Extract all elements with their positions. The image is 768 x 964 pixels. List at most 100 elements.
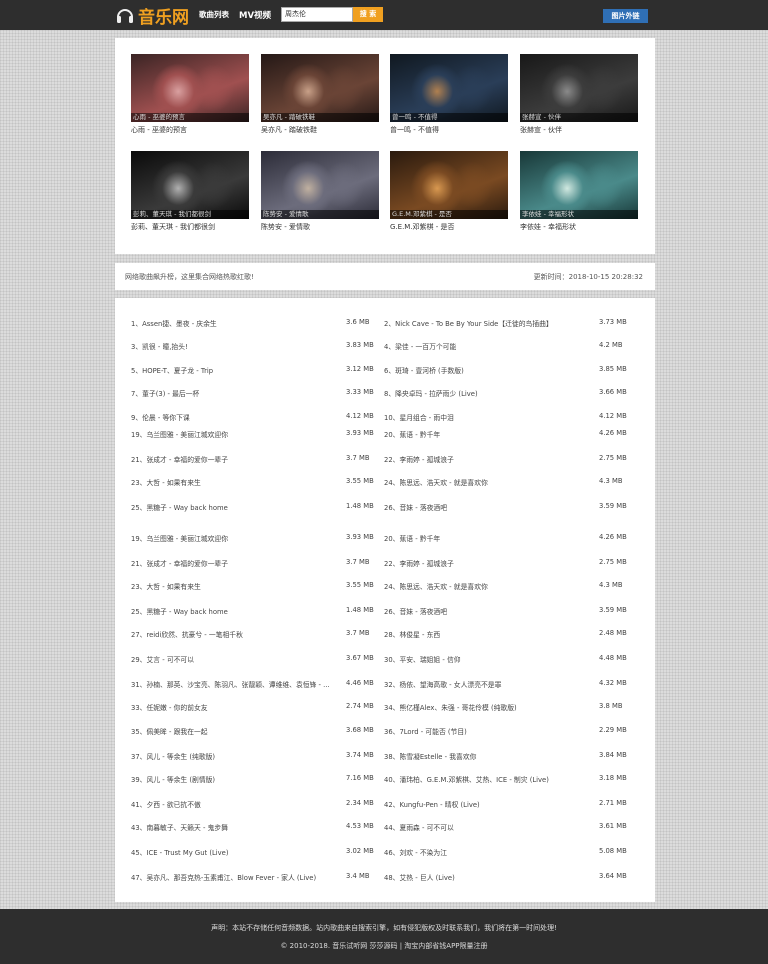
mv-title[interactable]: 李依娃 - 幸福形状	[520, 222, 638, 232]
song-size: 4.3 MB	[599, 581, 623, 589]
search-input[interactable]: 周杰伦	[281, 7, 353, 22]
song-size: 3.66 MB	[599, 388, 627, 396]
mv-caption: 陈势安 - 爱情歌	[261, 210, 379, 219]
mv-title[interactable]: 张赫宣 - 伙伴	[520, 125, 638, 135]
song-name[interactable]: 23、大哲 - 如果有来生	[131, 477, 331, 487]
song-size: 3.6 MB	[346, 318, 370, 326]
site-logo[interactable]: 音乐网	[115, 4, 189, 28]
song-name[interactable]: 28、林俊星 - 东西	[384, 629, 584, 639]
song-name[interactable]: 37、风儿 - 等余生 (纯歌版)	[131, 751, 331, 761]
song-name[interactable]: 21、张成才 - 幸福的爱你一辈子	[131, 558, 331, 568]
song-name[interactable]: 27、reidi欣然、抗豪兮 - 一笔相千秋	[131, 629, 331, 639]
notice-panel: 网络歌曲飙升榜，这里集合网络热歌红歌! 更新时间：2018-10-15 20:2…	[115, 263, 655, 290]
song-name[interactable]: 19、乌兰图雅 - 美丽江城欢迎你	[131, 533, 331, 543]
song-size: 2.75 MB	[599, 558, 627, 566]
main-nav: 歌曲列表 MV视频	[199, 9, 271, 21]
song-size: 4.26 MB	[599, 429, 627, 437]
song-size: 2.29 MB	[599, 726, 627, 734]
mv-thumbnail[interactable]: 心雨 - 巫婆的预言	[131, 54, 249, 122]
mv-thumbnail[interactable]: G.E.M.邓紫棋 - 是否	[390, 151, 508, 219]
mv-title[interactable]: 曾一鸣 - 不值得	[390, 125, 508, 135]
song-name[interactable]: 48、艾热 - 巨人 (Live)	[384, 872, 584, 882]
song-name[interactable]: 1、Assen捷、墨夜 - 庆余生	[131, 318, 331, 328]
mv-item[interactable]: 张赫宣 - 伙伴 张赫宣 - 伙伴	[520, 54, 638, 135]
mv-title[interactable]: 彭莉、董天琪 - 我们都很剑	[131, 222, 249, 232]
song-size: 4.53 MB	[346, 822, 374, 830]
song-name[interactable]: 2、Nick Cave - To Be By Your Side【迁徙的鸟插曲】	[384, 318, 584, 328]
song-name[interactable]: 32、杨依、望海高歌 - 女人漂亮不是罪	[384, 679, 584, 689]
song-name[interactable]: 8、降央卓玛 - 拉萨雨少 (Live)	[384, 388, 584, 398]
mv-thumbnail[interactable]: 彭莉、董天琪 - 我们都很剑	[131, 151, 249, 219]
mv-thumbnail[interactable]: 曾一鸣 - 不值得	[390, 54, 508, 122]
song-name[interactable]: 24、陈思远、浩天欢 - 就是喜欢你	[384, 581, 584, 591]
song-name[interactable]: 45、ICE - Trust My Gut (Live)	[131, 847, 331, 857]
song-name[interactable]: 19、乌兰图雅 - 美丽江城欢迎你	[131, 429, 331, 439]
song-size: 5.08 MB	[599, 847, 627, 855]
song-name[interactable]: 21、张成才 - 幸福的爱你一辈子	[131, 454, 331, 464]
song-name[interactable]: 6、斑琦 - 壹河桥 (手数版)	[384, 365, 584, 375]
mv-title[interactable]: 心雨 - 巫婆的预言	[131, 125, 249, 135]
song-name[interactable]: 39、风儿 - 等余生 (剧情版)	[131, 774, 331, 784]
song-name[interactable]: 22、李雨婷 - 孤城浪子	[384, 454, 584, 464]
song-name[interactable]: 20、蕉语 - 黔千年	[384, 429, 584, 439]
mv-item[interactable]: 李依娃 - 幸福形状 李依娃 - 幸福形状	[520, 151, 638, 232]
song-name[interactable]: 4、梁佳 - 一百万个可能	[384, 341, 584, 351]
mv-item[interactable]: 彭莉、董天琪 - 我们都很剑 彭莉、董天琪 - 我们都很剑	[131, 151, 249, 232]
song-name[interactable]: 30、平安、瑞姐姐 - 信仰	[384, 654, 584, 664]
search-button[interactable]: 搜 索	[353, 7, 383, 22]
song-size: 3.33 MB	[346, 388, 374, 396]
song-name[interactable]: 5、HOPE-T、夏子龙 - Trip	[131, 365, 331, 375]
mv-item[interactable]: 陈势安 - 爱情歌 陈势安 - 爱情歌	[261, 151, 379, 232]
song-name[interactable]: 43、南暮敏子、天籁天 - 鬼步舞	[131, 822, 331, 832]
song-name[interactable]: 26、音妹 - 落夜酒吧	[384, 606, 584, 616]
song-size: 4.32 MB	[599, 679, 627, 687]
song-size: 4.12 MB	[346, 412, 374, 420]
song-size: 3.8 MB	[599, 702, 623, 710]
song-name[interactable]: 44、夏雨森 - 可不可以	[384, 822, 584, 832]
mv-title[interactable]: G.E.M.邓紫棋 - 是否	[390, 222, 508, 232]
song-size: 4.12 MB	[599, 412, 627, 420]
mv-item[interactable]: 曾一鸣 - 不值得 曾一鸣 - 不值得	[390, 54, 508, 135]
song-name[interactable]: 33、任妮嫩 - 你的前女友	[131, 702, 331, 712]
mv-item[interactable]: G.E.M.邓紫棋 - 是否 G.E.M.邓紫棋 - 是否	[390, 151, 508, 232]
mv-title[interactable]: 吴亦凡 - 踏破铁鞋	[261, 125, 379, 135]
song-name[interactable]: 34、熊亿槿Alex、朱强 - 哥花伶模 (纯歌版)	[384, 702, 584, 712]
nav-mv-video[interactable]: MV视频	[239, 9, 271, 21]
song-name[interactable]: 31、孙楠、那英、沙宝亮、陈羽凡、张靓颖、谭维维、袁恒锋 - ...	[131, 679, 331, 689]
song-name[interactable]: 24、陈思远、浩天欢 - 就是喜欢你	[384, 477, 584, 487]
song-name[interactable]: 25、黑糖子 - Way back home	[131, 606, 331, 616]
song-name[interactable]: 38、陈雪凝Estelle - 我喜欢你	[384, 751, 584, 761]
mv-thumbnail[interactable]: 吴亦凡 - 踏破铁鞋	[261, 54, 379, 122]
song-name[interactable]: 26、音妹 - 落夜酒吧	[384, 502, 584, 512]
song-name[interactable]: 41、夕西 - 欲已抗不傲	[131, 799, 331, 809]
footer-copyright[interactable]: © 2010-2018. 音乐试听网 莎莎源码 | 淘宝内部省钱APP限量注册	[0, 941, 768, 951]
song-name[interactable]: 3、凯很 - 瞳,抬头!	[131, 341, 331, 351]
nav-song-list[interactable]: 歌曲列表	[199, 9, 229, 21]
song-name[interactable]: 42、Kungfu-Pen - 晴权 (Live)	[384, 799, 584, 809]
song-name[interactable]: 46、刘欢 - 不染为江	[384, 847, 584, 857]
mv-title[interactable]: 陈势安 - 爱情歌	[261, 222, 379, 232]
song-name[interactable]: 36、7Lord - 可能否 (节目)	[384, 726, 584, 736]
mv-item[interactable]: 心雨 - 巫婆的预言 心雨 - 巫婆的预言	[131, 54, 249, 135]
mv-thumbnail[interactable]: 李依娃 - 幸福形状	[520, 151, 638, 219]
mv-caption: 张赫宣 - 伙伴	[520, 113, 638, 122]
song-name[interactable]: 23、大哲 - 如果有来生	[131, 581, 331, 591]
headphones-icon	[117, 9, 133, 23]
mv-caption: G.E.M.邓紫棋 - 是否	[390, 210, 508, 219]
song-name[interactable]: 7、董子(3) - 最后一杯	[131, 388, 331, 398]
mv-item[interactable]: 吴亦凡 - 踏破铁鞋 吴亦凡 - 踏破铁鞋	[261, 54, 379, 135]
song-name[interactable]: 29、艾言 - 可不可以	[131, 654, 331, 664]
song-name[interactable]: 10、星月组合 - 雨中泪	[384, 412, 584, 422]
song-size: 2.74 MB	[346, 702, 374, 710]
song-name[interactable]: 9、伦晨 - 等你下课	[131, 412, 331, 422]
song-size: 7.16 MB	[346, 774, 374, 782]
song-name[interactable]: 20、蕉语 - 黔千年	[384, 533, 584, 543]
song-name[interactable]: 25、黑糖子 - Way back home	[131, 502, 331, 512]
song-name[interactable]: 35、佩美眸 - 跟我在一起	[131, 726, 331, 736]
song-name[interactable]: 47、吴亦凡、那吾克热-玉素甫江、Blow Fever - 家人 (Live)	[131, 872, 331, 882]
song-name[interactable]: 22、李雨婷 - 孤城浪子	[384, 558, 584, 568]
image-link-button[interactable]: 图片外链	[603, 9, 648, 23]
song-name[interactable]: 40、潘玮柏、G.E.M.邓紫棋、艾热、ICE - 制灾 (Live)	[384, 774, 584, 784]
mv-thumbnail[interactable]: 张赫宣 - 伙伴	[520, 54, 638, 122]
mv-thumbnail[interactable]: 陈势安 - 爱情歌	[261, 151, 379, 219]
